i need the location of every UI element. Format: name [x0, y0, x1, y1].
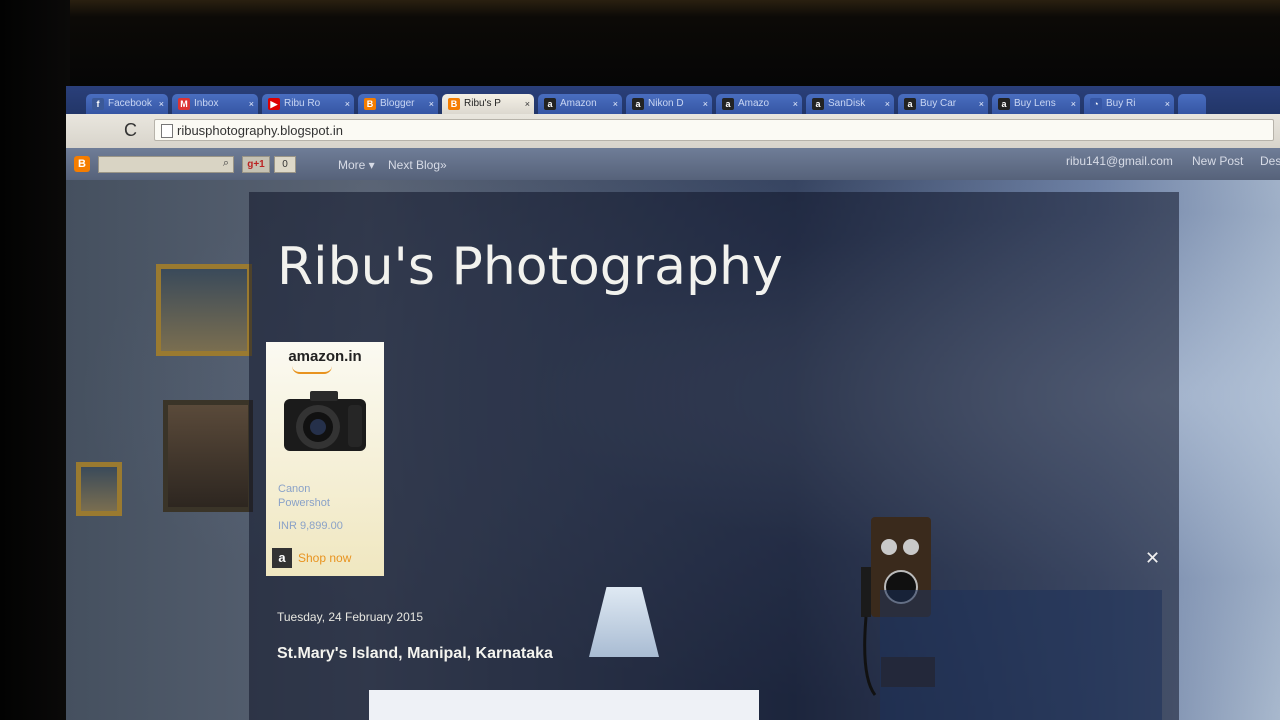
- close-tab-icon[interactable]: ×: [793, 94, 798, 114]
- lamp-decoration: [589, 587, 659, 657]
- amazon-smile-icon: [292, 366, 332, 374]
- address-bar[interactable]: ribusphotography.blogspot.in: [154, 119, 1274, 141]
- wrench-icon[interactable]: ✕: [1145, 548, 1160, 569]
- tab-label: Amazo: [738, 98, 770, 109]
- tab[interactable]: a Amazo ×: [716, 94, 802, 114]
- page-icon: [161, 124, 173, 138]
- tab[interactable]: ◔ Buy Ri ×: [1084, 94, 1174, 114]
- ad-price: INR 9,899.00: [278, 520, 343, 532]
- amazon-ad[interactable]: amazon.in Canon Powershot INR 9,899.00 a…: [266, 342, 384, 576]
- close-tab-icon[interactable]: ×: [429, 94, 434, 114]
- ad-brand: amazon.in: [288, 348, 362, 365]
- monitor-bezel-top: [0, 0, 1280, 95]
- tab[interactable]: a Buy Car ×: [898, 94, 988, 114]
- tab[interactable]: B Blogger ×: [358, 94, 438, 114]
- close-tab-icon[interactable]: ×: [249, 94, 254, 114]
- browser-toolbar: C ribusphotography.blogspot.in: [66, 114, 1280, 148]
- amazon-logo-icon: a: [272, 548, 292, 568]
- tab-label: SanDisk: [828, 98, 866, 109]
- blog-search-input[interactable]: ⌕: [98, 156, 234, 173]
- browser-window: f Facebook × M Inbox × ▶ Ribu Ro × B Blogger × B Ribu…: [66, 86, 1280, 720]
- new-tab-button[interactable]: [1178, 94, 1206, 114]
- tab-label: Facebook: [108, 98, 152, 109]
- tab[interactable]: a Buy Lens ×: [992, 94, 1080, 114]
- wall-small-frame: [76, 462, 122, 516]
- blog-title[interactable]: Ribu's Photography: [277, 237, 783, 297]
- post-date: Tuesday, 24 February 2015: [277, 610, 424, 624]
- close-tab-icon[interactable]: ×: [1071, 94, 1076, 114]
- wall-painting: [156, 264, 252, 356]
- tab-label: Nikon D: [648, 98, 684, 109]
- tab-label: Amazon: [560, 98, 597, 109]
- tab-strip: f Facebook × M Inbox × ▶ Ribu Ro × B Blogger × B Ribu…: [66, 86, 1280, 114]
- blogger-logo-icon[interactable]: B: [74, 156, 90, 172]
- tab[interactable]: a Nikon D ×: [626, 94, 712, 114]
- tab[interactable]: a Amazon ×: [538, 94, 622, 114]
- close-tab-icon[interactable]: ×: [703, 94, 708, 114]
- blog-content-panel: Ribu's Photography amazon.in Canon Power…: [249, 192, 1179, 720]
- blogger-icon: B: [364, 98, 376, 110]
- address-url: ribusphotography.blogspot.in: [177, 123, 343, 138]
- next-blog-link[interactable]: Next Blog»: [388, 158, 447, 172]
- close-tab-icon[interactable]: ×: [159, 94, 164, 114]
- amazon-icon: a: [998, 98, 1010, 110]
- amazon-icon: a: [544, 98, 556, 110]
- tab-label: Ribu's P: [464, 98, 501, 109]
- tab-label: Ribu Ro: [284, 98, 321, 109]
- tab-label: Inbox: [194, 98, 219, 109]
- tab-label: Buy Lens: [1014, 98, 1056, 109]
- blogger-navbar: B ⌕ g+1 0 More ▾ Next Blog» ribu141@gmai…: [66, 148, 1280, 180]
- close-tab-icon[interactable]: ×: [1165, 94, 1170, 114]
- loading-icon: ◔: [1090, 98, 1102, 110]
- monitor-bezel-left: [0, 0, 70, 720]
- amazon-icon: a: [722, 98, 734, 110]
- post-image[interactable]: [369, 690, 759, 720]
- camera-icon: [284, 391, 366, 451]
- amazon-icon: a: [904, 98, 916, 110]
- youtube-icon: ▶: [268, 98, 280, 110]
- tab-label: Blogger: [380, 98, 415, 109]
- ad-product-name: Canon Powershot: [278, 483, 330, 509]
- shop-now-link[interactable]: Shop now: [298, 551, 351, 565]
- reload-icon[interactable]: C: [124, 120, 137, 141]
- sidebar-box: [880, 590, 1162, 720]
- more-menu[interactable]: More ▾: [338, 158, 375, 172]
- amazon-icon: a: [812, 98, 824, 110]
- close-tab-icon[interactable]: ×: [979, 94, 984, 114]
- tab-label: Buy Car: [920, 98, 957, 109]
- close-tab-icon[interactable]: ×: [525, 94, 530, 114]
- close-tab-icon[interactable]: ×: [613, 94, 618, 114]
- gplus-count: 0: [274, 156, 296, 173]
- tab[interactable]: ▶ Ribu Ro ×: [262, 94, 354, 114]
- tab-label: Buy Ri: [1106, 98, 1136, 109]
- post-title[interactable]: St.Mary's Island, Manipal, Karnataka: [277, 645, 553, 663]
- search-icon[interactable]: ⌕: [223, 157, 229, 170]
- tab[interactable]: a SanDisk ×: [806, 94, 894, 114]
- design-link[interactable]: Des: [1260, 154, 1280, 168]
- wall-portrait: [163, 400, 253, 512]
- amazon-icon: a: [632, 98, 644, 110]
- tab[interactable]: B Ribu's P ×: [442, 94, 534, 114]
- close-tab-icon[interactable]: ×: [885, 94, 890, 114]
- blogger-icon: B: [448, 98, 460, 110]
- new-post-link[interactable]: New Post: [1192, 154, 1243, 168]
- facebook-icon: f: [92, 98, 104, 110]
- tab[interactable]: M Inbox ×: [172, 94, 258, 114]
- tab[interactable]: f Facebook ×: [86, 94, 168, 114]
- close-tab-icon[interactable]: ×: [345, 94, 350, 114]
- gplus-button[interactable]: g+1: [242, 156, 270, 173]
- account-email[interactable]: ribu141@gmail.com: [1066, 154, 1173, 168]
- gmail-icon: M: [178, 98, 190, 110]
